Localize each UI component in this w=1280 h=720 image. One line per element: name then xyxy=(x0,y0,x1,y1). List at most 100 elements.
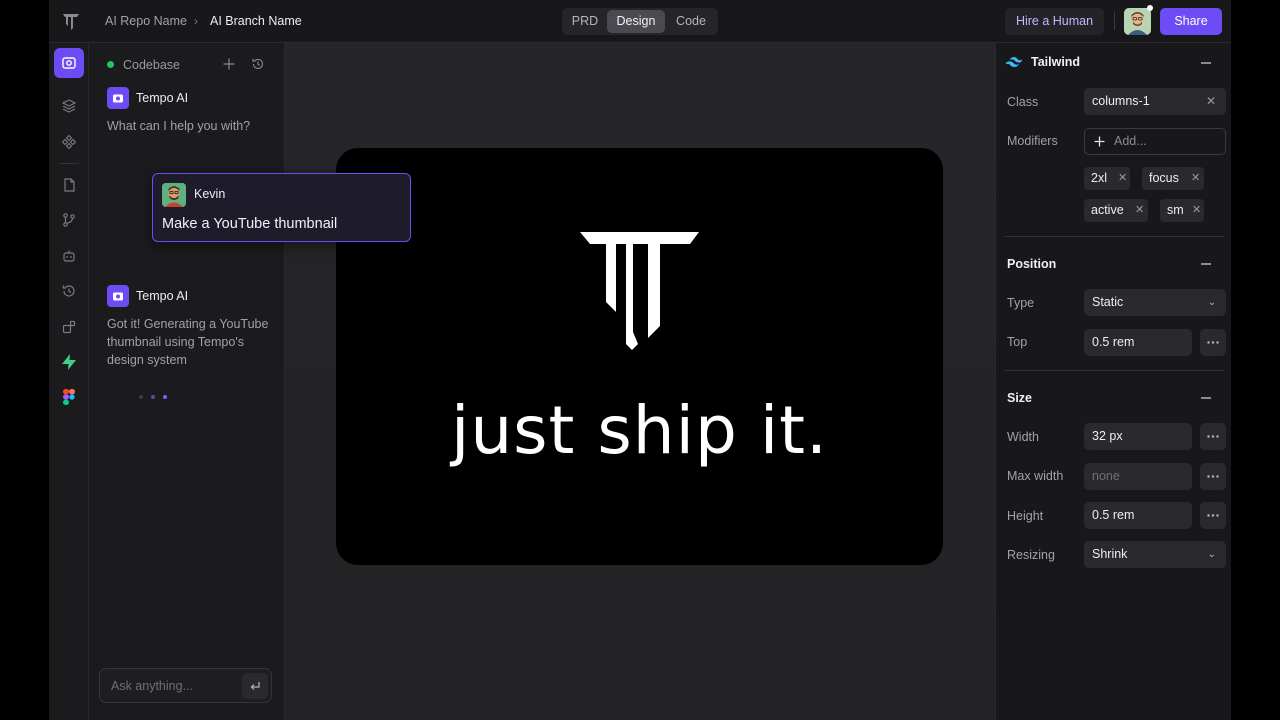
collapse-size-icon[interactable] xyxy=(1201,397,1211,399)
file-icon xyxy=(64,178,75,192)
size-section-title: Size xyxy=(1007,391,1033,405)
breadcrumb-separator: › xyxy=(194,14,198,28)
position-section-title: Position xyxy=(1007,257,1057,271)
top-bar: AI Repo Name › AI Branch Name PRD Design… xyxy=(49,0,1231,43)
chat-icon xyxy=(62,57,76,69)
tailwind-icon xyxy=(1006,57,1022,67)
class-label: Class xyxy=(1007,95,1039,109)
app-window: AI Repo Name › AI Branch Name PRD Design… xyxy=(49,0,1231,720)
more-icon xyxy=(1207,475,1219,478)
rail-chat[interactable] xyxy=(54,48,84,78)
add-modifier-placeholder: Add... xyxy=(1114,134,1147,148)
rail-components[interactable] xyxy=(54,127,84,157)
message-text: What can I help you with? xyxy=(107,119,251,133)
height-more-button[interactable] xyxy=(1200,502,1226,529)
codebase-label: Codebase xyxy=(123,58,180,72)
camera-icon xyxy=(113,292,123,301)
figma-icon xyxy=(63,389,75,405)
remove-modifier-icon[interactable]: ✕ xyxy=(1192,199,1201,222)
width-label: Width xyxy=(1007,430,1039,444)
height-input[interactable]: 0.5 rem xyxy=(1084,502,1192,529)
breadcrumb-branch[interactable]: AI Branch Name xyxy=(210,14,302,28)
clear-class-icon[interactable]: ✕ xyxy=(1206,88,1216,115)
remove-modifier-icon[interactable]: ✕ xyxy=(1191,167,1200,190)
chat-history-icon[interactable] xyxy=(251,57,265,71)
add-modifier-input[interactable]: Add... xyxy=(1084,128,1226,155)
modifier-chip[interactable]: sm ✕ xyxy=(1160,199,1204,222)
top-input[interactable]: 0.5 rem xyxy=(1084,329,1192,356)
width-value: 32 px xyxy=(1092,429,1123,443)
height-label: Height xyxy=(1007,509,1044,523)
max-width-input[interactable]: none xyxy=(1084,463,1192,490)
top-label: Top xyxy=(1007,335,1028,349)
modifier-chip-label: sm xyxy=(1167,203,1184,217)
thumbnail-headline: just ship it. xyxy=(450,392,829,469)
design-canvas[interactable]: just ship it. xyxy=(285,43,995,720)
width-more-button[interactable] xyxy=(1200,423,1226,450)
resizing-select[interactable]: Shrink ⌄ xyxy=(1084,541,1226,568)
online-indicator xyxy=(1147,5,1153,11)
resizing-label: Resizing xyxy=(1007,548,1055,562)
collapse-position-icon[interactable] xyxy=(1201,263,1211,265)
more-icon xyxy=(1207,435,1219,438)
chat-input[interactable]: Ask anything... xyxy=(99,668,272,703)
top-more-button[interactable] xyxy=(1200,329,1226,356)
share-button[interactable]: Share xyxy=(1160,8,1222,35)
tab-design[interactable]: Design xyxy=(607,10,665,33)
rail-layers[interactable] xyxy=(54,91,84,121)
enter-icon xyxy=(250,682,260,690)
message-text: Got it! Generating a YouTube thumbnail u… xyxy=(107,317,269,367)
remove-modifier-icon[interactable]: ✕ xyxy=(1118,167,1127,190)
kevin-avatar xyxy=(162,183,186,207)
message-text: Make a YouTube thumbnail xyxy=(162,216,338,232)
plus-icon xyxy=(1094,136,1105,147)
type-label: Type xyxy=(1007,296,1035,310)
modifiers-label: Modifiers xyxy=(1007,134,1058,148)
modifier-chip-label: 2xl xyxy=(1091,171,1107,185)
type-select[interactable]: Static ⌄ xyxy=(1084,289,1226,316)
hire-a-human-button[interactable]: Hire a Human xyxy=(1005,8,1104,35)
left-rail xyxy=(49,43,89,720)
modifier-chip[interactable]: focus ✕ xyxy=(1142,167,1204,190)
kevin-avatar-icon xyxy=(162,183,186,207)
tempo-ai-avatar xyxy=(107,87,129,109)
user-avatar[interactable] xyxy=(1124,8,1151,35)
remove-modifier-icon[interactable]: ✕ xyxy=(1135,199,1144,222)
breadcrumb-repo[interactable]: AI Repo Name xyxy=(105,14,187,28)
max-width-more-button[interactable] xyxy=(1200,463,1226,490)
modifier-chip[interactable]: 2xl ✕ xyxy=(1084,167,1130,190)
message-author: Kevin xyxy=(194,187,226,201)
send-button[interactable] xyxy=(242,673,268,699)
tab-prd[interactable]: PRD xyxy=(564,10,606,33)
collapse-tailwind-icon[interactable] xyxy=(1201,62,1211,64)
tab-code[interactable]: Code xyxy=(667,10,715,33)
class-input[interactable]: columns-1 ✕ xyxy=(1084,88,1226,115)
chevron-down-icon: ⌄ xyxy=(1207,297,1216,308)
user-avatar-icon xyxy=(1124,8,1151,35)
rail-agent[interactable] xyxy=(54,241,84,271)
width-input[interactable]: 32 px xyxy=(1084,423,1192,450)
max-width-value: none xyxy=(1092,469,1120,483)
modifier-chip[interactable]: active ✕ xyxy=(1084,199,1148,222)
chat-input-placeholder: Ask anything... xyxy=(111,679,193,693)
new-chat-icon[interactable] xyxy=(222,57,236,71)
rail-figma[interactable] xyxy=(54,382,84,412)
robot-icon xyxy=(63,250,75,262)
tempo-logo-icon[interactable] xyxy=(61,11,81,31)
rail-add-block[interactable] xyxy=(54,312,84,342)
status-dot xyxy=(107,61,114,68)
rail-divider xyxy=(59,163,79,164)
message-author: Tempo AI xyxy=(136,91,189,105)
components-icon xyxy=(61,134,77,150)
rail-files[interactable] xyxy=(54,170,84,200)
layers-icon xyxy=(61,99,77,113)
youtube-thumbnail-frame[interactable]: just ship it. xyxy=(336,148,943,565)
tempo-ai-avatar xyxy=(107,285,129,307)
branch-icon xyxy=(63,213,75,227)
chevron-down-icon: ⌄ xyxy=(1207,549,1216,560)
rail-history[interactable] xyxy=(54,276,84,306)
camera-icon xyxy=(113,94,123,103)
rail-supabase[interactable] xyxy=(54,347,84,377)
rail-branches[interactable] xyxy=(54,205,84,235)
top-value: 0.5 rem xyxy=(1092,335,1135,349)
